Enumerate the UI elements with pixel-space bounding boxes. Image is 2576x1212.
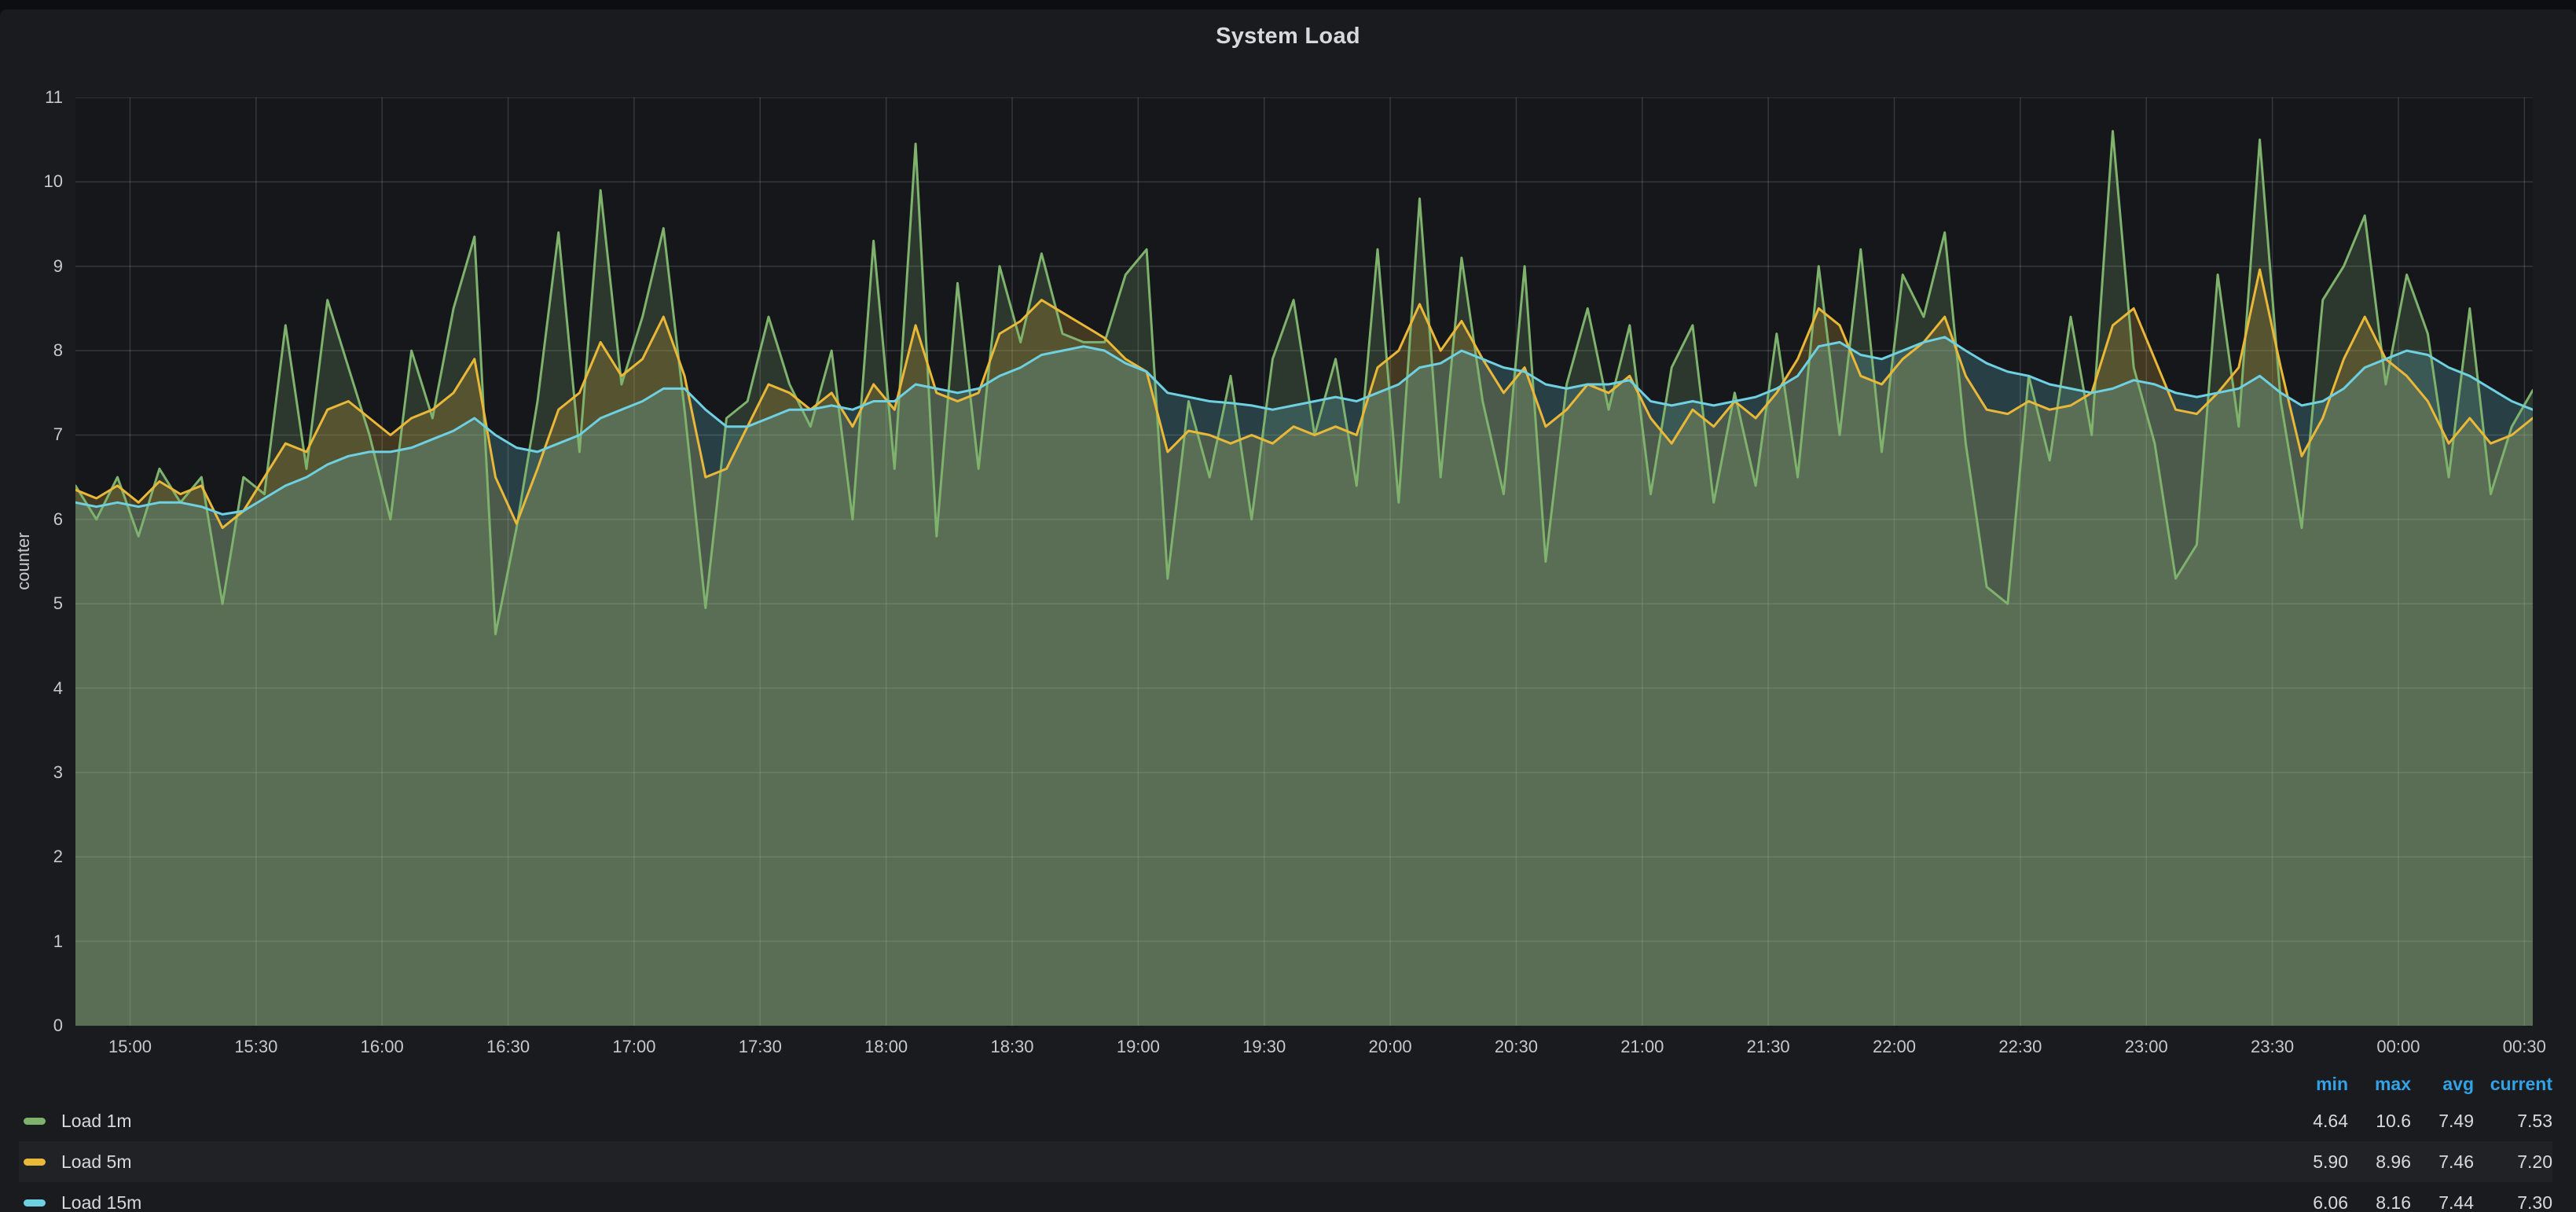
legend-row-load-1m[interactable]: Load 1m 4.64 10.6 7.49 7.53	[19, 1100, 2552, 1141]
x-tick-label: 19:00	[1095, 1036, 1181, 1058]
legend-stats-header: min max avg current	[19, 1067, 2552, 1100]
y-tick-label: 9	[0, 256, 63, 277]
legend-header-min[interactable]: min	[2285, 1074, 2348, 1095]
load-15m-current: 7.30	[2474, 1192, 2552, 1212]
legend-row-load-15m[interactable]: Load 15m 6.06 8.16 7.44 7.30	[19, 1182, 2552, 1212]
x-tick-label: 20:00	[1347, 1036, 1433, 1058]
system-load-chart[interactable]	[75, 97, 2533, 1026]
legend: min max avg current Load 1m 4.64 10.6 7.…	[19, 1067, 2552, 1212]
x-tick-label: 16:00	[339, 1036, 425, 1058]
x-tick-label: 18:00	[843, 1036, 930, 1058]
load-1m-current: 7.53	[2474, 1111, 2552, 1132]
y-tick-label: 6	[0, 509, 63, 530]
x-tick-label: 00:30	[2481, 1036, 2567, 1058]
load-5m-min: 5.90	[2285, 1151, 2348, 1173]
load-15m-label[interactable]: Load 15m	[61, 1192, 141, 1212]
y-tick-label: 3	[0, 762, 63, 783]
x-tick-label: 15:30	[213, 1036, 299, 1058]
graph-canvas[interactable]	[75, 97, 2533, 1026]
load-5m-label[interactable]: Load 5m	[61, 1151, 132, 1173]
y-tick-label: 7	[0, 424, 63, 445]
y-tick-label: 5	[0, 593, 63, 614]
x-tick-label: 17:30	[717, 1036, 803, 1058]
x-tick-label: 21:00	[1599, 1036, 1686, 1058]
panel-title[interactable]: System Load	[0, 24, 2576, 50]
x-tick-label: 20:30	[1473, 1036, 1559, 1058]
load-5m-avg: 7.46	[2411, 1151, 2474, 1173]
y-tick-label: 8	[0, 340, 63, 361]
y-tick-label: 2	[0, 847, 63, 867]
x-tick-label: 00:00	[2355, 1036, 2442, 1058]
grafana-panel-screenshot: System Load counter 0 1 2 3 4 5 6 7 8 9 10 11 15:00…	[0, 0, 2576, 1212]
y-tick-label: 4	[0, 678, 63, 699]
legend-header-max[interactable]: max	[2348, 1074, 2411, 1095]
load-15m-avg: 7.44	[2411, 1192, 2474, 1212]
x-tick-label: 15:00	[86, 1036, 173, 1058]
y-tick-label: 10	[0, 171, 63, 192]
x-tick-label: 22:30	[1977, 1036, 2064, 1058]
x-tick-label: 21:30	[1725, 1036, 1811, 1058]
y-tick-label: 0	[0, 1016, 63, 1036]
x-tick-label: 19:30	[1221, 1036, 1308, 1058]
legend-header-avg[interactable]: avg	[2411, 1074, 2474, 1095]
load-1m-avg: 7.49	[2411, 1111, 2474, 1132]
load-5m-current: 7.20	[2474, 1151, 2552, 1173]
load-15m-min: 6.06	[2285, 1192, 2348, 1212]
y-tick-label: 1	[0, 931, 63, 952]
top-strip	[0, 0, 2576, 9]
load-5m-color-swatch[interactable]	[24, 1159, 46, 1166]
y-axis-title: counter	[13, 532, 34, 589]
load-15m-color-swatch[interactable]	[24, 1199, 46, 1206]
x-tick-label: 17:00	[591, 1036, 677, 1058]
legend-header-current[interactable]: current	[2474, 1074, 2552, 1095]
load-1m-label[interactable]: Load 1m	[61, 1111, 132, 1132]
load-5m-max: 8.96	[2348, 1151, 2411, 1173]
load-1m-min: 4.64	[2285, 1111, 2348, 1132]
x-tick-label: 22:00	[1851, 1036, 1938, 1058]
x-tick-label: 18:30	[969, 1036, 1055, 1058]
graph-panel: System Load counter 0 1 2 3 4 5 6 7 8 9 10 11 15:00…	[0, 9, 2576, 1212]
load-1m-max: 10.6	[2348, 1111, 2411, 1132]
legend-row-load-5m[interactable]: Load 5m 5.90 8.96 7.46 7.20	[19, 1141, 2552, 1182]
series-fill-load-15m	[75, 337, 2533, 1026]
load-1m-color-swatch[interactable]	[24, 1118, 46, 1125]
x-tick-label: 16:30	[465, 1036, 552, 1058]
x-tick-label: 23:30	[2229, 1036, 2316, 1058]
load-15m-max: 8.16	[2348, 1192, 2411, 1212]
x-tick-label: 23:00	[2103, 1036, 2189, 1058]
y-tick-label: 11	[0, 87, 63, 108]
